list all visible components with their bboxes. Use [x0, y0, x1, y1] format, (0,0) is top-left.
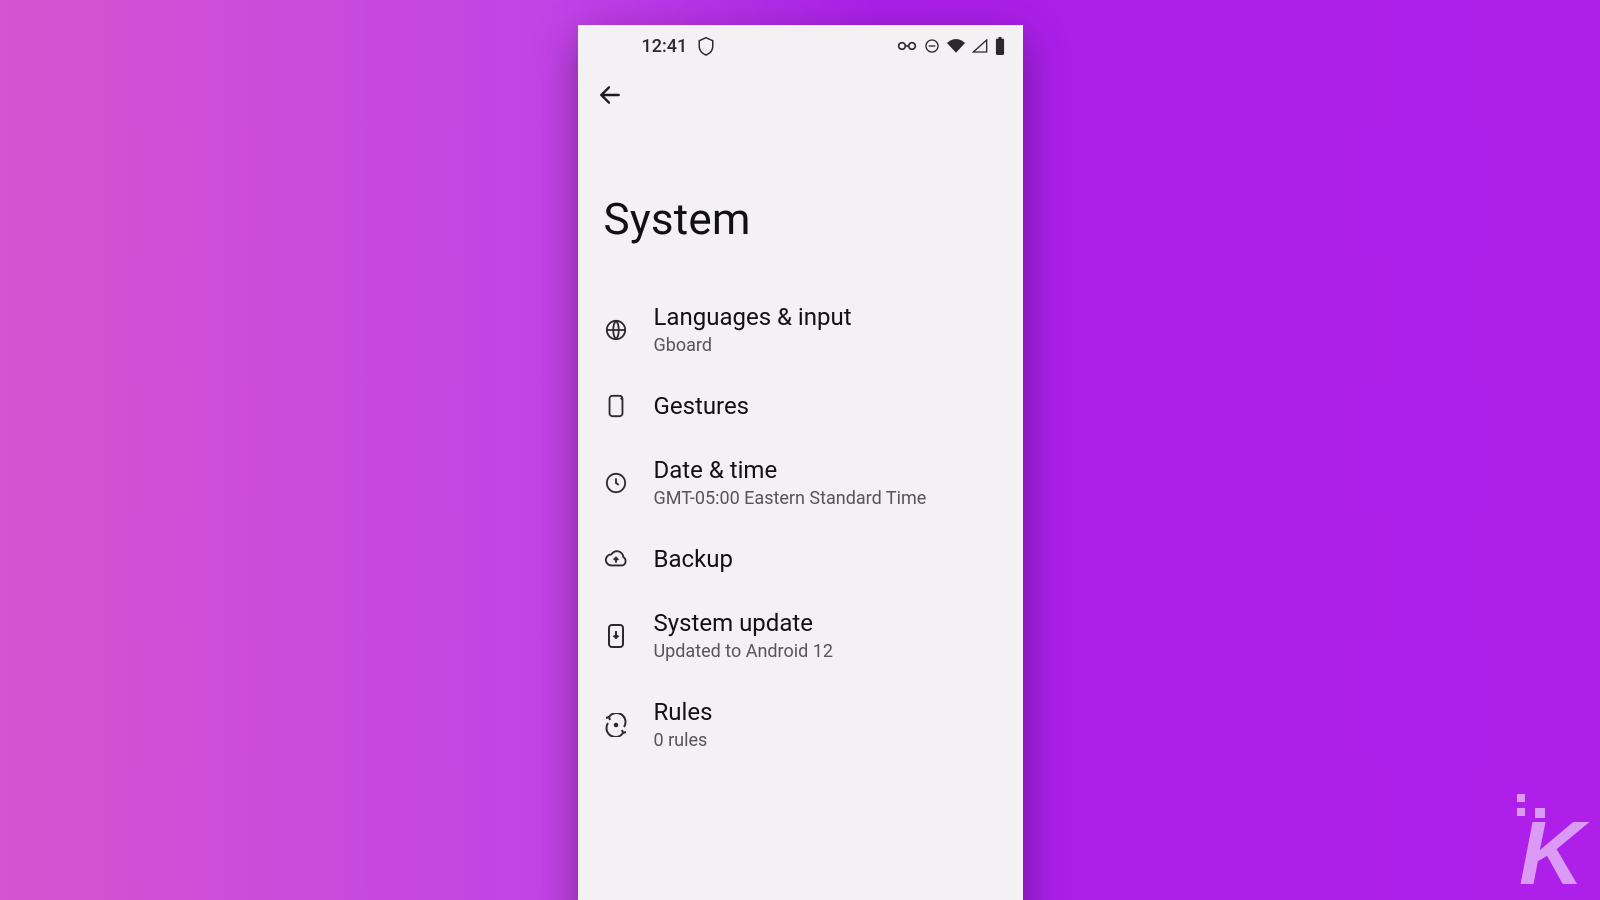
- arrow-left-icon: [597, 82, 623, 108]
- setting-subtitle: Updated to Android 12: [654, 641, 833, 662]
- back-button[interactable]: [588, 73, 632, 117]
- setting-languages-input[interactable]: Languages & input Gboard: [578, 285, 1023, 374]
- app-bar: [578, 67, 1023, 123]
- cloud-upload-icon: [604, 547, 628, 571]
- setting-subtitle: Gboard: [654, 335, 852, 356]
- wallpaper: 12:41: [0, 0, 1600, 900]
- setting-title: Date & time: [654, 456, 927, 484]
- setting-rules[interactable]: Rules 0 rules: [578, 680, 1023, 769]
- clock-icon: [604, 471, 628, 495]
- cellular-icon: [972, 39, 988, 53]
- dnd-icon: [924, 38, 940, 54]
- status-time: 12:41: [642, 36, 688, 57]
- setting-subtitle: 0 rules: [654, 730, 713, 751]
- phone-frame: 12:41: [578, 25, 1023, 900]
- watermark: K: [1519, 794, 1582, 890]
- setting-date-time[interactable]: Date & time GMT-05:00 Eastern Standard T…: [578, 438, 1023, 527]
- rules-icon: [604, 713, 628, 737]
- settings-list: Languages & input Gboard Gestures: [578, 285, 1023, 769]
- setting-title: Gestures: [654, 392, 750, 420]
- status-bar: 12:41: [578, 25, 1023, 67]
- setting-subtitle: GMT-05:00 Eastern Standard Time: [654, 488, 927, 509]
- setting-title: Backup: [654, 545, 733, 573]
- system-update-icon: [604, 624, 628, 648]
- battery-icon: [995, 37, 1005, 55]
- shield-icon: [697, 36, 715, 56]
- wifi-icon: [947, 39, 965, 53]
- setting-gestures[interactable]: Gestures: [578, 374, 1023, 438]
- setting-title: System update: [654, 609, 833, 637]
- globe-icon: [604, 318, 628, 342]
- setting-title: Languages & input: [654, 303, 852, 331]
- setting-backup[interactable]: Backup: [578, 527, 1023, 591]
- page-title: System: [578, 123, 1023, 285]
- gesture-icon: [604, 394, 628, 418]
- setting-title: Rules: [654, 698, 713, 726]
- setting-system-update[interactable]: System update Updated to Android 12: [578, 591, 1023, 680]
- vr-icon: [897, 40, 917, 52]
